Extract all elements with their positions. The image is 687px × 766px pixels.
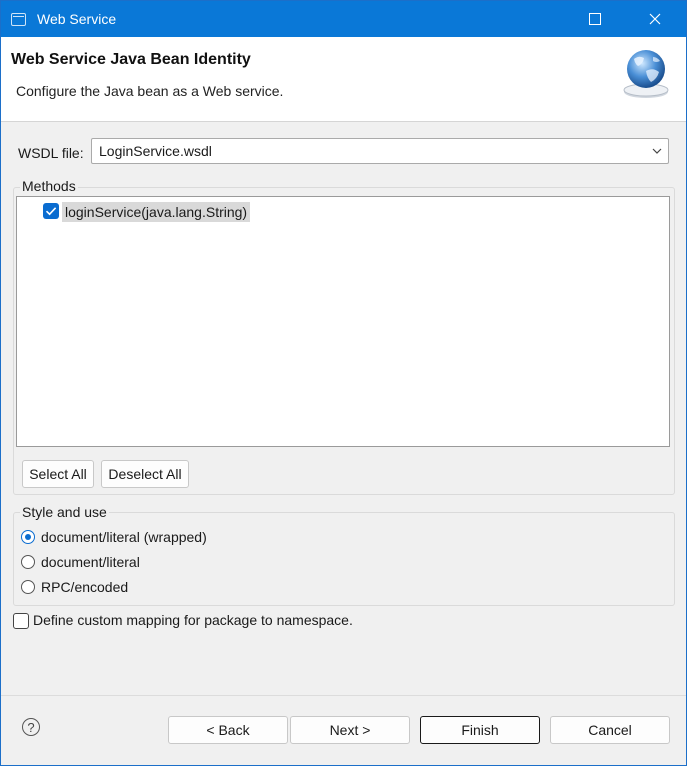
help-icon[interactable]: ? — [22, 718, 40, 736]
back-button[interactable]: < Back — [168, 716, 288, 744]
custom-mapping-checkbox[interactable] — [13, 613, 29, 629]
checkmark-icon — [45, 207, 57, 216]
radio-label-document-literal-wrapped: document/literal (wrapped) — [41, 529, 207, 545]
style-group-label: Style and use — [20, 504, 109, 520]
web-service-globe-icon — [623, 50, 669, 98]
maximize-button[interactable] — [572, 1, 618, 37]
method-checkbox[interactable] — [43, 203, 59, 219]
page-title: Web Service Java Bean Identity — [11, 51, 251, 68]
window-title: Web Service — [37, 11, 117, 27]
next-button[interactable]: Next > — [290, 716, 410, 744]
wizard-banner: Web Service Java Bean Identity Configure… — [1, 37, 686, 122]
wsdl-file-select[interactable]: LoginService.wsdl — [91, 138, 669, 164]
radio-document-literal-wrapped[interactable] — [21, 530, 35, 544]
footer-divider — [1, 695, 686, 696]
wsdl-file-value: LoginService.wsdl — [99, 143, 212, 159]
maximize-icon — [589, 13, 601, 25]
page-description: Configure the Java bean as a Web service… — [16, 83, 284, 99]
window-icon — [11, 13, 26, 26]
radio-document-literal[interactable] — [21, 555, 35, 569]
radio-label-document-literal: document/literal — [41, 554, 140, 570]
deselect-all-button[interactable]: Deselect All — [101, 460, 189, 488]
methods-list[interactable]: loginService(java.lang.String) — [16, 196, 670, 447]
close-icon — [649, 13, 661, 25]
title-bar: Web Service — [1, 1, 686, 37]
methods-group-label: Methods — [20, 178, 78, 194]
close-button[interactable] — [632, 1, 678, 37]
custom-mapping-label: Define custom mapping for package to nam… — [33, 612, 353, 628]
chevron-down-icon — [652, 148, 662, 154]
wsdl-file-label: WSDL file: — [18, 145, 84, 161]
web-service-dialog: Web Service Web Service Java Bean Identi… — [0, 0, 687, 766]
radio-rpc-encoded[interactable] — [21, 580, 35, 594]
finish-button[interactable]: Finish — [420, 716, 540, 744]
cancel-button[interactable]: Cancel — [550, 716, 670, 744]
method-label: loginService(java.lang.String) — [62, 202, 251, 222]
radio-label-rpc-encoded: RPC/encoded — [41, 579, 129, 595]
select-all-button[interactable]: Select All — [22, 460, 94, 488]
